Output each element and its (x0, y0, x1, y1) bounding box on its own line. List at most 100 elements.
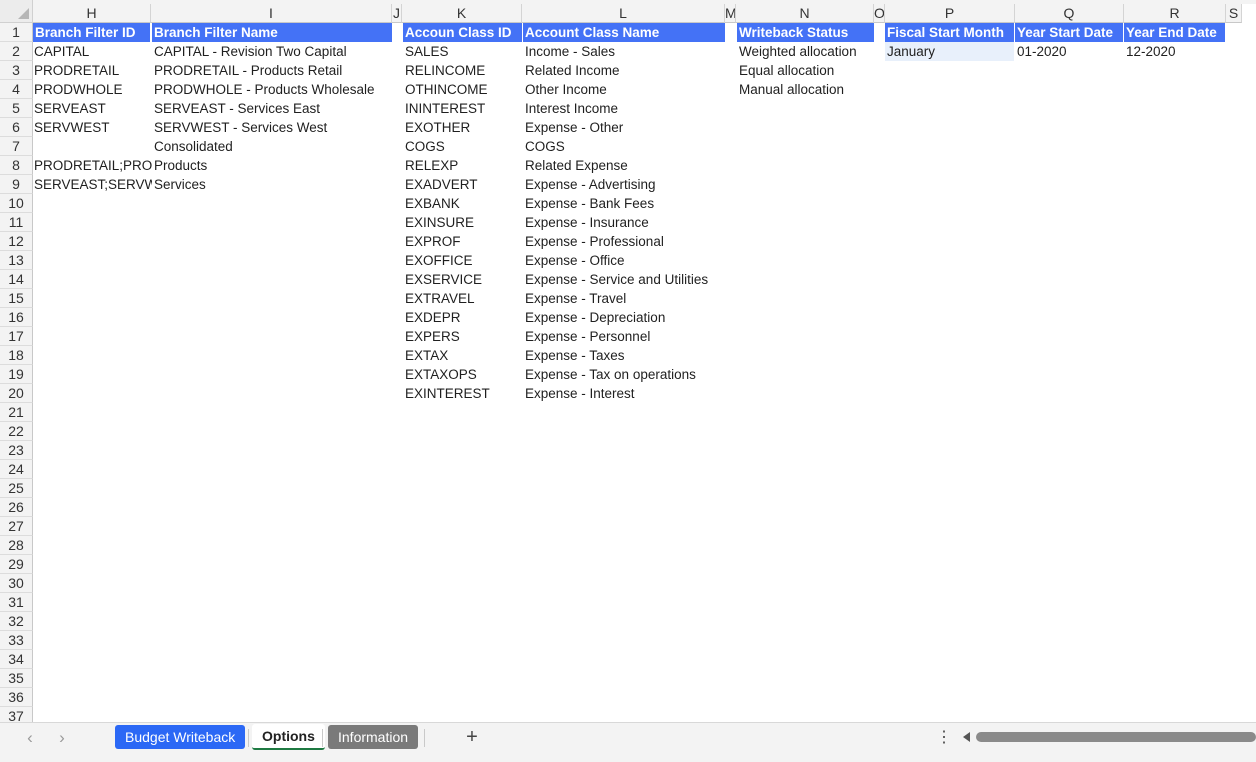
account-class-name-cell[interactable]: Interest Income (523, 99, 726, 118)
branch-id-cell[interactable]: SERVEAST;SERVW (32, 175, 152, 194)
writeback-status-cell[interactable]: Weighted allocation (737, 42, 875, 61)
row-header[interactable]: 11 (0, 213, 33, 232)
row-header[interactable]: 22 (0, 422, 33, 441)
row-header[interactable]: 20 (0, 384, 33, 403)
account-class-name-cell[interactable]: Expense - Interest (523, 384, 726, 403)
row-header[interactable]: 27 (0, 517, 33, 536)
row-header[interactable]: 21 (0, 403, 33, 422)
row-header[interactable]: 32 (0, 612, 33, 631)
branch-name-cell[interactable]: Products (152, 156, 392, 175)
account-class-name-cell[interactable]: Expense - Personnel (523, 327, 726, 346)
account-class-name-cell[interactable]: Expense - Advertising (523, 175, 726, 194)
account-class-id-cell[interactable]: EXINSURE (403, 213, 523, 232)
more-options-icon[interactable]: ⋮ (936, 727, 952, 749)
branch-name-cell[interactable]: Consolidated (152, 137, 392, 156)
column-header[interactable]: N (736, 4, 874, 23)
row-header[interactable]: 15 (0, 289, 33, 308)
row-header[interactable]: 13 (0, 251, 33, 270)
branch-id-cell[interactable]: CAPITAL (32, 42, 152, 61)
tab-budget-writeback[interactable]: Budget Writeback (115, 725, 246, 749)
account-class-id-cell[interactable]: EXADVERT (403, 175, 523, 194)
account-class-id-cell[interactable]: SALES (403, 42, 523, 61)
row-header[interactable]: 37 (0, 707, 33, 722)
column-header[interactable]: Q (1015, 4, 1124, 23)
select-all-corner[interactable] (0, 0, 33, 23)
account-class-id-cell[interactable]: EXOTHER (403, 118, 523, 137)
branch-name-cell[interactable]: SERVEAST - Services East (152, 99, 392, 118)
account-class-id-cell[interactable]: OTHINCOME (403, 80, 523, 99)
branch-name-cell[interactable]: PRODWHOLE - Products Wholesale (152, 80, 392, 99)
header-writeback-status[interactable]: Writeback Status (737, 23, 874, 42)
branch-id-cell[interactable]: SERVWEST (32, 118, 152, 137)
scroll-tabs-right-icon[interactable]: › (52, 727, 72, 749)
row-header[interactable]: 4 (0, 80, 33, 99)
writeback-status-cell[interactable]: Equal allocation (737, 61, 875, 80)
row-header[interactable]: 35 (0, 669, 33, 688)
account-class-id-cell[interactable]: EXTRAVEL (403, 289, 523, 308)
year-start-date-cell[interactable]: 01-2020 (1015, 42, 1124, 61)
row-header[interactable]: 34 (0, 650, 33, 669)
account-class-id-cell[interactable]: RELINCOME (403, 61, 523, 80)
account-class-id-cell[interactable]: EXPERS (403, 327, 523, 346)
column-header[interactable]: S (1226, 4, 1242, 23)
row-header[interactable]: 18 (0, 346, 33, 365)
account-class-id-cell[interactable]: EXOFFICE (403, 251, 523, 270)
column-header[interactable]: M (725, 4, 736, 23)
spreadsheet-grid[interactable]: HIJKLMNOPQRS 1 2 3 4 5 6 7 8 9 10 11 12 13 14 15 16 17 18… (0, 0, 1256, 722)
row-header[interactable]: 26 (0, 498, 33, 517)
column-header[interactable]: P (885, 4, 1015, 23)
column-header[interactable]: L (522, 4, 725, 23)
row-header[interactable]: 14 (0, 270, 33, 289)
row-header[interactable]: 3 (0, 61, 33, 80)
row-header[interactable]: 12 (0, 232, 33, 251)
branch-id-cell[interactable]: PRODRETAIL (32, 61, 152, 80)
scroll-tabs-left-icon[interactable]: ‹ (20, 727, 40, 749)
account-class-name-cell[interactable]: Expense - Travel (523, 289, 726, 308)
row-header[interactable]: 36 (0, 688, 33, 707)
account-class-name-cell[interactable]: Expense - Depreciation (523, 308, 726, 327)
row-header[interactable]: 6 (0, 118, 33, 137)
header-branch-filter-id[interactable]: Branch Filter ID (33, 23, 150, 42)
account-class-name-cell[interactable]: Other Income (523, 80, 726, 99)
header-branch-filter-name[interactable]: Branch Filter Name (152, 23, 392, 42)
account-class-name-cell[interactable]: Expense - Professional (523, 232, 726, 251)
row-header[interactable]: 10 (0, 194, 33, 213)
account-class-id-cell[interactable]: EXSERVICE (403, 270, 523, 289)
account-class-id-cell[interactable]: EXPROF (403, 232, 523, 251)
account-class-id-cell[interactable]: EXTAXOPS (403, 365, 523, 384)
account-class-name-cell[interactable]: Expense - Insurance (523, 213, 726, 232)
account-class-name-cell[interactable]: Expense - Taxes (523, 346, 726, 365)
column-header[interactable]: J (392, 4, 402, 23)
tab-information[interactable]: Information (328, 725, 419, 749)
row-header[interactable]: 29 (0, 555, 33, 574)
row-header[interactable]: 24 (0, 460, 33, 479)
column-header[interactable]: K (402, 4, 522, 23)
header-account-class-id[interactable]: Accoun Class ID (403, 23, 522, 42)
row-header[interactable]: 1 (0, 23, 33, 42)
account-class-id-cell[interactable]: EXDEPR (403, 308, 523, 327)
header-year-end-date[interactable]: Year End Date (1124, 23, 1225, 42)
row-header[interactable]: 28 (0, 536, 33, 555)
column-header[interactable]: R (1124, 4, 1226, 23)
column-header[interactable]: H (33, 4, 151, 23)
branch-id-cell[interactable]: PRODWHOLE (32, 80, 152, 99)
header-fiscal-start-month[interactable]: Fiscal Start Month (885, 23, 1014, 42)
row-header[interactable]: 7 (0, 137, 33, 156)
row-header[interactable]: 5 (0, 99, 33, 118)
account-class-name-cell[interactable]: Expense - Office (523, 251, 726, 270)
horizontal-scrollbar-thumb[interactable] (976, 732, 1256, 742)
account-class-id-cell[interactable]: ININTEREST (403, 99, 523, 118)
account-class-name-cell[interactable]: Expense - Bank Fees (523, 194, 726, 213)
year-end-date-cell[interactable]: 12-2020 (1124, 42, 1226, 61)
account-class-name-cell[interactable]: Income - Sales (523, 42, 726, 61)
writeback-status-cell[interactable]: Manual allocation (737, 80, 875, 99)
branch-name-cell[interactable]: PRODRETAIL - Products Retail (152, 61, 392, 80)
row-header[interactable]: 2 (0, 42, 33, 61)
branch-name-cell[interactable]: Services (152, 175, 392, 194)
account-class-name-cell[interactable]: COGS (523, 137, 726, 156)
row-header[interactable]: 25 (0, 479, 33, 498)
branch-id-cell[interactable]: PRODRETAIL;PRO (32, 156, 152, 175)
branch-name-cell[interactable]: CAPITAL - Revision Two Capital (152, 42, 392, 61)
account-class-id-cell[interactable]: COGS (403, 137, 523, 156)
branch-name-cell[interactable]: SERVWEST - Services West (152, 118, 392, 137)
